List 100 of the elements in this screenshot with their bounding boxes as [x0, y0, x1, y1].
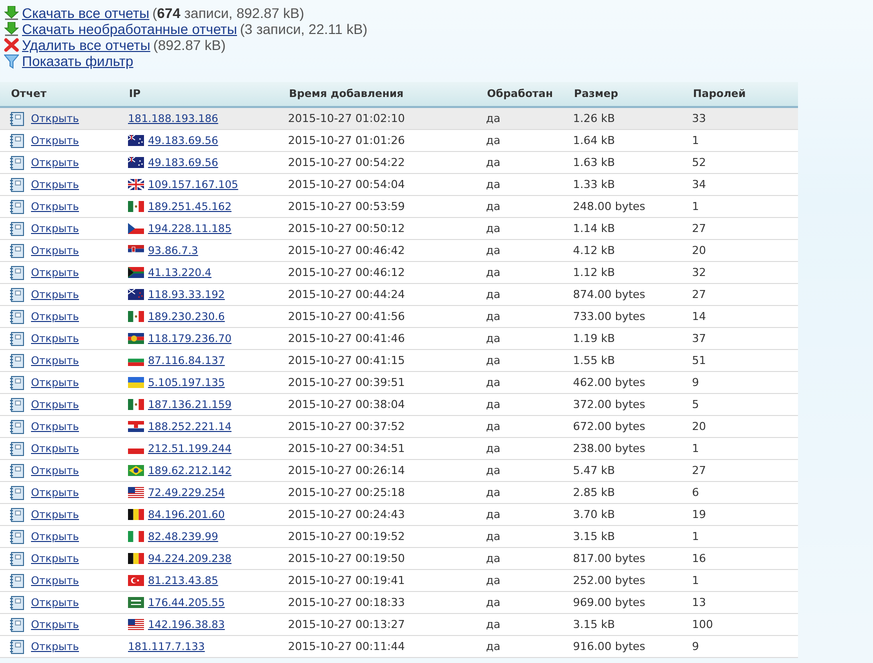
report-notebook-icon: [10, 332, 24, 346]
passwords-cell-text: 100: [692, 618, 714, 631]
report-notebook-icon: [10, 552, 24, 566]
report-notebook-icon: [10, 398, 24, 412]
open-link[interactable]: Открыть: [31, 574, 79, 586]
action-link[interactable]: Показать фильтр: [22, 53, 134, 69]
action-link[interactable]: Скачать все отчеты: [22, 5, 150, 21]
open-link[interactable]: Открыть: [31, 442, 79, 454]
processed-cell-text: да: [486, 618, 502, 631]
ip-link[interactable]: 176.44.205.55: [148, 596, 225, 608]
open-link[interactable]: Открыть: [31, 552, 79, 564]
size-cell-text: 252.00 bytes: [573, 574, 646, 587]
ip-link[interactable]: 212.51.199.244: [148, 442, 232, 454]
time-cell-text: 2015-10-27 00:19:52: [288, 530, 406, 543]
ip-link[interactable]: 181.188.193.186: [128, 112, 218, 124]
open-link[interactable]: Открыть: [31, 530, 79, 542]
ip-link[interactable]: 82.48.239.99: [148, 530, 218, 542]
size-cell-text: 817.00 bytes: [573, 552, 646, 565]
processed-cell-text: да: [486, 222, 502, 235]
processed-cell-text: да: [486, 288, 502, 301]
ip-link[interactable]: 194.228.11.185: [148, 222, 232, 234]
open-link[interactable]: Открыть: [31, 354, 79, 366]
passwords-cell-text: 13: [692, 596, 707, 609]
ip-link[interactable]: 142.196.38.83: [148, 618, 225, 630]
action-link[interactable]: Скачать необработанные отчеты: [22, 21, 238, 37]
open-link[interactable]: Открыть: [31, 310, 79, 322]
time-cell-text: 2015-10-27 00:46:42: [288, 244, 406, 257]
processed-cell-text: да: [486, 332, 502, 345]
processed-cell-text: да: [486, 134, 502, 147]
ip-link[interactable]: 188.252.221.14: [148, 420, 232, 432]
open-link[interactable]: Открыть: [31, 420, 79, 432]
passwords-cell-text: 1: [692, 574, 700, 587]
open-link[interactable]: Открыть: [31, 508, 79, 520]
processed-cell-text: да: [486, 178, 502, 191]
processed-cell-text: да: [486, 596, 502, 609]
ip-link[interactable]: 93.86.7.3: [148, 244, 198, 256]
open-link[interactable]: Открыть: [31, 376, 79, 388]
ip-link[interactable]: 87.116.84.137: [148, 354, 225, 366]
time-cell-text: 2015-10-27 00:19:41: [288, 574, 406, 587]
report-notebook-icon: [10, 200, 24, 214]
open-link[interactable]: Открыть: [31, 156, 79, 168]
ip-link[interactable]: 181.117.7.133: [128, 640, 205, 652]
ip-link[interactable]: 94.224.209.238: [148, 552, 232, 564]
ip-link[interactable]: 187.136.21.159: [148, 398, 232, 410]
time-cell-text: 2015-10-27 00:24:43: [288, 508, 406, 521]
open-link[interactable]: Открыть: [31, 640, 79, 652]
open-link[interactable]: Открыть: [31, 112, 79, 124]
ip-link[interactable]: 41.13.220.4: [148, 266, 212, 278]
open-link[interactable]: Открыть: [31, 244, 79, 256]
passwords-cell-text: 14: [692, 310, 707, 323]
report-notebook-icon: [10, 508, 24, 522]
time-cell-text: 2015-10-27 01:02:10: [288, 112, 406, 125]
ip-link[interactable]: 72.49.229.254: [148, 486, 225, 498]
ip-link[interactable]: 81.213.43.85: [148, 574, 218, 586]
processed-cell-text: да: [486, 266, 502, 279]
column-header: Паролей: [692, 88, 747, 100]
processed-cell-text: да: [486, 508, 502, 521]
size-cell-text: 1.14 kB: [573, 222, 616, 235]
passwords-cell-text: 16: [692, 552, 707, 565]
processed-cell-text: да: [486, 398, 502, 411]
size-cell-text: 672.00 bytes: [573, 420, 646, 433]
ip-link[interactable]: 84.196.201.60: [148, 508, 225, 520]
passwords-cell-text: 9: [692, 640, 700, 653]
column-header: Обработан: [486, 88, 554, 100]
processed-cell-text: да: [486, 310, 502, 323]
open-link[interactable]: Открыть: [31, 266, 79, 278]
open-link[interactable]: Открыть: [31, 486, 79, 498]
open-link[interactable]: Открыть: [31, 178, 79, 190]
time-cell-text: 2015-10-27 00:53:59: [288, 200, 406, 213]
report-notebook-icon: [10, 574, 24, 588]
report-notebook-icon: [10, 222, 24, 236]
passwords-cell-text: 27: [692, 464, 707, 477]
open-link[interactable]: Открыть: [31, 200, 79, 212]
passwords-cell-text: 27: [692, 288, 707, 301]
open-link[interactable]: Открыть: [31, 596, 79, 608]
time-cell-text: 2015-10-27 00:39:51: [288, 376, 406, 389]
ip-link[interactable]: 118.179.236.70: [148, 332, 232, 344]
open-link[interactable]: Открыть: [31, 398, 79, 410]
ip-link[interactable]: 118.93.33.192: [148, 288, 225, 300]
ip-link[interactable]: 49.183.69.56: [148, 156, 218, 168]
open-link[interactable]: Открыть: [31, 288, 79, 300]
ip-link[interactable]: 49.183.69.56: [148, 134, 218, 146]
ip-link[interactable]: 5.105.197.135: [148, 376, 225, 388]
size-cell-text: 1.26 kB: [573, 112, 616, 125]
report-notebook-icon: [10, 244, 24, 258]
ip-link[interactable]: 109.157.167.105: [148, 178, 238, 190]
open-link[interactable]: Открыть: [31, 464, 79, 476]
report-notebook-icon: [10, 530, 24, 544]
ip-link[interactable]: 189.230.230.6: [148, 310, 225, 322]
size-cell-text: 3.15 kB: [573, 530, 616, 543]
open-link[interactable]: Открыть: [31, 134, 79, 146]
report-notebook-icon: [10, 420, 24, 434]
ip-link[interactable]: 189.62.212.142: [148, 464, 232, 476]
ip-link[interactable]: 189.251.45.162: [148, 200, 232, 212]
open-link[interactable]: Открыть: [31, 222, 79, 234]
open-link[interactable]: Открыть: [31, 618, 79, 630]
action-link[interactable]: Удалить все отчеты: [22, 37, 150, 53]
action-note: (3 записи, 22.11 kB): [240, 21, 368, 37]
table-row[interactable]: Открыть 181.188.193.186 2015-10-27 01:02:10 да 1.26 kB 33: [0, 108, 798, 130]
open-link[interactable]: Открыть: [31, 332, 79, 344]
